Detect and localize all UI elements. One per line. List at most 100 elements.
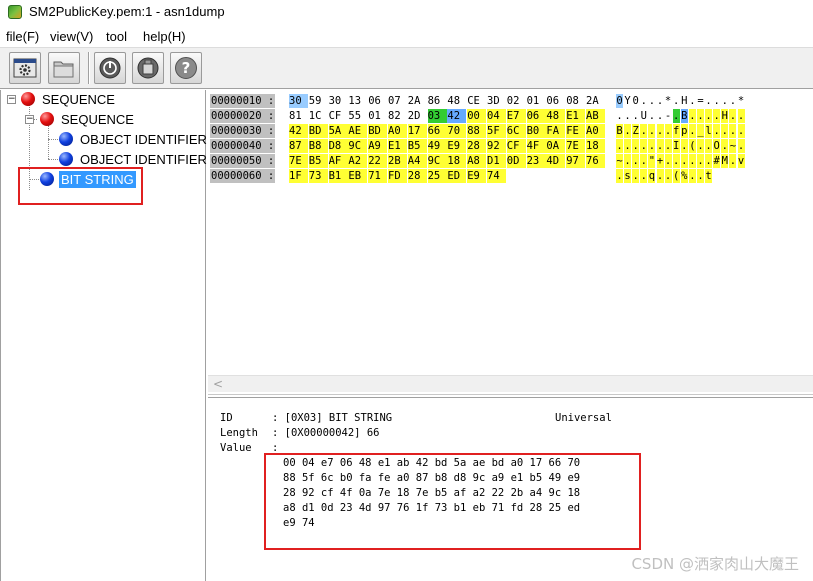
hex-byte[interactable]: D1 <box>487 154 506 168</box>
info-button[interactable] <box>132 52 164 84</box>
hex-byte[interactable]: 18 <box>586 139 605 153</box>
hex-byte[interactable]: 01 <box>527 94 546 108</box>
hex-byte[interactable]: 28 <box>467 139 487 153</box>
hex-byte[interactable]: 42 <box>447 109 467 123</box>
hex-byte[interactable]: 28 <box>407 169 427 183</box>
hex-byte[interactable]: B1 <box>328 169 348 183</box>
hex-byte[interactable]: 71 <box>368 169 388 183</box>
hex-byte[interactable]: 30 <box>289 94 308 108</box>
hex-byte[interactable]: 48 <box>447 94 466 108</box>
hex-byte[interactable]: AB <box>586 109 605 123</box>
hex-byte[interactable]: 70 <box>447 124 467 138</box>
power-button[interactable] <box>94 52 126 84</box>
hex-byte[interactable]: 1C <box>309 109 328 123</box>
hex-byte[interactable]: 07 <box>388 94 407 108</box>
hex-byte[interactable]: B5 <box>407 139 427 153</box>
hex-byte[interactable]: 02 <box>507 94 526 108</box>
menu-view[interactable]: view(V) <box>50 29 93 44</box>
collapse-toggle[interactable]: − <box>25 115 34 124</box>
hex-byte[interactable]: 74 <box>487 169 506 183</box>
hex-row[interactable]: 00000030 :42 BD 5A AE BD A0 17 66 70 88 5F 6C B0 FA FE… <box>208 124 808 139</box>
menu-help[interactable]: help(H) <box>143 29 186 44</box>
hex-byte[interactable]: 87 <box>289 139 308 153</box>
hex-byte[interactable]: 76 <box>586 154 605 168</box>
hex-byte[interactable]: 7E <box>289 154 308 168</box>
hex-byte[interactable]: 9C <box>427 154 447 168</box>
hex-byte[interactable]: 5F <box>487 124 506 138</box>
hex-byte[interactable]: 2D <box>408 109 427 123</box>
asn1-tree[interactable]: − SEQUENCE − SEQUENCE OBJECT IDENTIFIER … <box>0 90 207 581</box>
hex-row[interactable]: 00000020 : 81 1C CF 55 01 82 2D 03 42 00 04 E7 06 48 E1… <box>208 109 808 124</box>
hex-byte[interactable]: 82 <box>388 109 407 123</box>
hex-byte[interactable]: 2A <box>408 94 427 108</box>
hex-byte[interactable]: 04 <box>487 109 506 123</box>
hex-row[interactable]: 00000050 : 7E B5 AF A2 22 2B A4 9C 18 A8 D1 0D 23 4D 97… <box>208 154 808 169</box>
hex-byte[interactable]: 25 <box>427 169 447 183</box>
hex-byte[interactable]: 55 <box>348 109 367 123</box>
hex-byte[interactable]: A0 <box>586 124 605 138</box>
hex-byte[interactable]: 88 <box>467 124 487 138</box>
collapse-toggle[interactable]: − <box>7 95 16 104</box>
hex-byte[interactable]: 17 <box>407 124 427 138</box>
hex-byte[interactable]: E1 <box>566 109 586 123</box>
hex-byte[interactable]: BD <box>368 124 388 138</box>
hex-byte[interactable]: 06 <box>526 109 546 123</box>
hex-byte[interactable]: 3D <box>487 94 506 108</box>
hex-byte[interactable]: 4D <box>546 154 566 168</box>
hex-byte[interactable]: E7 <box>506 109 526 123</box>
hex-byte[interactable]: FE <box>566 124 586 138</box>
open-button[interactable] <box>48 52 80 84</box>
hex-byte[interactable]: 06 <box>546 94 565 108</box>
hex-byte[interactable]: AF <box>328 154 348 168</box>
hex-row[interactable]: 00000040 : 87 B8 D8 9C A9 E1 B5 49 E9 28 92 CF 4F 0A 7E… <box>208 139 808 154</box>
hex-byte[interactable]: AE <box>348 124 368 138</box>
hex-byte[interactable]: 08 <box>566 94 585 108</box>
hex-byte[interactable]: 42 <box>289 124 308 138</box>
hex-byte[interactable]: 23 <box>526 154 546 168</box>
hex-byte[interactable]: A2 <box>348 154 368 168</box>
hex-byte[interactable]: 01 <box>368 109 387 123</box>
hex-byte[interactable]: E9 <box>467 169 487 183</box>
hex-byte[interactable]: 92 <box>487 139 506 153</box>
hex-byte[interactable]: 13 <box>348 94 367 108</box>
hex-byte[interactable]: 66 <box>427 124 447 138</box>
hex-byte[interactable]: 18 <box>447 154 467 168</box>
hex-byte[interactable]: D8 <box>328 139 348 153</box>
hex-byte[interactable]: EB <box>348 169 368 183</box>
hex-byte[interactable]: A4 <box>407 154 427 168</box>
hex-byte[interactable]: A9 <box>368 139 388 153</box>
hex-view[interactable]: 00000010 :30 59 30 13 06 07 2A 86 48 CE 3D 02 01 06 08… <box>208 90 813 395</box>
hex-byte[interactable]: FD <box>388 169 407 183</box>
hex-byte[interactable]: 48 <box>546 109 566 123</box>
hex-byte[interactable]: 4F <box>526 139 546 153</box>
hex-byte[interactable]: 81 <box>289 109 308 123</box>
hex-byte[interactable]: 03 <box>427 109 447 123</box>
hex-row[interactable]: 00000010 :30 59 30 13 06 07 2A 86 48 CE 3D 02 01 06 08… <box>208 94 808 109</box>
hex-byte[interactable]: B5 <box>308 154 328 168</box>
hex-byte[interactable]: FA <box>546 124 566 138</box>
horizontal-scrollbar[interactable]: < <box>208 375 813 392</box>
hex-row[interactable]: 00000060 :1F 73 B1 EB 71 FD 28 25 ED E9 74. s.. q..(… <box>208 169 808 184</box>
help-button[interactable]: ? <box>170 52 202 84</box>
hex-byte[interactable]: 5A <box>328 124 348 138</box>
hex-byte[interactable]: 7E <box>566 139 586 153</box>
hex-byte[interactable]: 9C <box>348 139 368 153</box>
hex-byte[interactable]: 06 <box>368 94 387 108</box>
hex-byte[interactable]: 2B <box>388 154 407 168</box>
scroll-left-icon[interactable]: < <box>213 377 223 391</box>
hex-byte[interactable]: 30 <box>329 94 348 108</box>
hex-byte[interactable]: 49 <box>427 139 447 153</box>
hex-byte[interactable]: 86 <box>428 94 447 108</box>
hex-byte[interactable]: 73 <box>308 169 328 183</box>
hex-byte[interactable]: 0D <box>506 154 526 168</box>
hex-byte[interactable]: 22 <box>368 154 388 168</box>
hex-byte[interactable]: 1F <box>289 169 308 183</box>
hex-byte[interactable]: ED <box>447 169 467 183</box>
hex-byte[interactable]: 97 <box>566 154 586 168</box>
hex-byte[interactable]: CF <box>329 109 348 123</box>
hex-byte[interactable]: BD <box>308 124 328 138</box>
hex-byte[interactable]: B0 <box>526 124 546 138</box>
hex-byte[interactable]: E1 <box>388 139 407 153</box>
hex-byte[interactable]: A8 <box>467 154 487 168</box>
hex-byte[interactable]: 00 <box>467 109 487 123</box>
